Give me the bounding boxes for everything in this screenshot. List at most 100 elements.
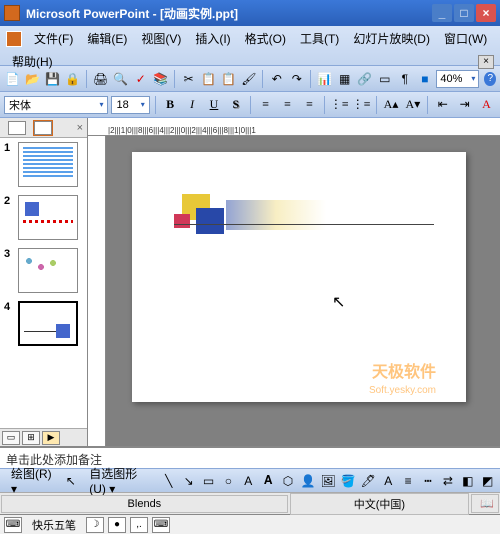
ime-keyboard-icon[interactable]: ⌨ (4, 517, 22, 533)
slide-shape-group[interactable] (174, 194, 226, 236)
thumbnail-row[interactable]: 3 (4, 248, 83, 293)
research-button[interactable] (152, 69, 169, 89)
doc-close-button[interactable]: × (478, 55, 494, 69)
separator (376, 96, 377, 114)
ime-moon-icon[interactable]: ☽ (86, 517, 104, 533)
expand-button[interactable] (376, 69, 393, 89)
rectangle-tool-button[interactable]: ▭ (200, 471, 217, 491)
status-spell-icon[interactable]: 📖 (471, 494, 499, 513)
align-left-button[interactable]: ≡ (256, 95, 275, 115)
menu-format[interactable]: 格式(O) (239, 28, 292, 49)
slideshow-view-button[interactable]: ▶ (42, 431, 60, 445)
select-objects-button[interactable]: ↖ (62, 471, 79, 491)
cut-button[interactable] (180, 69, 197, 89)
decrease-font-button[interactable]: A▾ (403, 95, 422, 115)
chart-button[interactable] (316, 69, 333, 89)
red-square-shape (174, 214, 190, 228)
redo-button[interactable] (288, 69, 305, 89)
underline-button[interactable]: U (205, 95, 224, 115)
shadow-button[interactable]: S (226, 95, 245, 115)
copy-button[interactable] (200, 69, 217, 89)
align-right-button[interactable]: ≡ (300, 95, 319, 115)
panel-close-button[interactable]: × (77, 122, 83, 134)
show-formatting-button[interactable]: ¶ (396, 69, 413, 89)
tables-borders-button[interactable] (356, 69, 373, 89)
increase-indent-button[interactable]: ⇥ (455, 95, 474, 115)
help-icon[interactable]: ? (484, 72, 496, 86)
ime-name[interactable]: 快乐五笔 (26, 517, 82, 533)
wordart-button[interactable]: 𝐀 (260, 471, 277, 491)
arrow-style-button[interactable]: ⇄ (439, 471, 456, 491)
menu-tools[interactable]: 工具(T) (294, 28, 345, 49)
threed-style-button[interactable]: ◩ (479, 471, 496, 491)
insert-picture-button[interactable]: 🖼 (319, 471, 336, 491)
line-style-button[interactable]: ≡ (400, 471, 417, 491)
menu-file[interactable]: 文件(F) (28, 28, 79, 49)
spellcheck-button[interactable] (132, 69, 149, 89)
notes-pane[interactable]: 单击此处添加备注 (0, 446, 500, 468)
new-button[interactable] (4, 69, 21, 89)
clipart-button[interactable]: 👤 (299, 471, 316, 491)
dash-style-button[interactable]: ┅ (420, 471, 437, 491)
current-slide[interactable]: ↖ 天极软件 Soft.yesky.com (132, 152, 466, 402)
slide-thumbnail-2[interactable] (18, 195, 78, 240)
menu-view[interactable]: 视图(V) (135, 28, 187, 49)
normal-view-button[interactable]: ▭ (2, 431, 20, 445)
thumbnail-row[interactable]: 4 (4, 301, 83, 346)
slide-thumbnail-1[interactable] (18, 142, 78, 187)
save-button[interactable] (44, 69, 61, 89)
bold-button[interactable]: B (161, 95, 180, 115)
fill-color-button[interactable]: 🪣 (340, 471, 357, 491)
decrease-indent-button[interactable]: ⇤ (433, 95, 452, 115)
undo-button[interactable] (268, 69, 285, 89)
ime-softkbd-icon[interactable]: ⌨ (152, 517, 170, 533)
color-grayscale-button[interactable] (416, 69, 433, 89)
print-button[interactable] (92, 69, 109, 89)
menu-slideshow[interactable]: 幻灯片放映(D) (347, 28, 436, 49)
close-button[interactable]: × (476, 4, 496, 22)
textbox-tool-button[interactable]: A (240, 471, 257, 491)
bullets-button[interactable]: ⋮≡ (352, 95, 371, 115)
slide-horizontal-line[interactable] (174, 224, 434, 225)
font-color-button[interactable]: A (477, 95, 496, 115)
font-size-combo[interactable]: 18 ▾ (111, 96, 149, 114)
increase-font-button[interactable]: A▴ (382, 95, 401, 115)
numbering-button[interactable]: ⋮≡ (330, 95, 349, 115)
thumbnail-row[interactable]: 2 (4, 195, 83, 240)
font-combo[interactable]: 宋体 ▾ (4, 96, 108, 114)
slides-tab[interactable] (34, 121, 52, 135)
align-center-button[interactable]: ≡ (278, 95, 297, 115)
menu-window[interactable]: 窗口(W) (438, 28, 493, 49)
thumbnail-row[interactable]: 1 (4, 142, 83, 187)
format-painter-button[interactable] (240, 69, 257, 89)
outline-tab[interactable] (8, 121, 26, 135)
line-color-button[interactable]: 🖊 (360, 471, 377, 491)
slide-canvas[interactable]: ↖ 天极软件 Soft.yesky.com (106, 136, 500, 446)
preview-button[interactable] (112, 69, 129, 89)
permission-button[interactable] (64, 69, 81, 89)
zoom-combo[interactable]: 40% ▾ (436, 70, 479, 88)
paste-button[interactable] (220, 69, 237, 89)
draw-menu-button[interactable]: 绘图(R) ▾ (4, 463, 59, 498)
watermark-url: Soft.yesky.com (369, 385, 436, 396)
arrow-tool-button[interactable]: ↘ (180, 471, 197, 491)
menu-insert[interactable]: 插入(I) (189, 28, 236, 49)
ime-punct-icon[interactable]: ,. (130, 517, 148, 533)
italic-button[interactable]: I (183, 95, 202, 115)
font-color-button-draw[interactable]: A (380, 471, 397, 491)
app-icon[interactable] (6, 31, 22, 47)
shadow-style-button[interactable]: ◧ (459, 471, 476, 491)
sorter-view-button[interactable]: ⊞ (22, 431, 40, 445)
open-button[interactable] (24, 69, 41, 89)
slide-thumbnail-4[interactable] (18, 301, 78, 346)
line-tool-button[interactable]: ╲ (160, 471, 177, 491)
ime-fullwidth-icon[interactable]: ● (108, 517, 126, 533)
minimize-button[interactable]: _ (432, 4, 452, 22)
diagram-button[interactable]: ⬡ (280, 471, 297, 491)
oval-tool-button[interactable]: ○ (220, 471, 237, 491)
menu-edit[interactable]: 编辑(E) (81, 28, 133, 49)
autoshapes-button[interactable]: 自选图形(U) ▾ (82, 463, 157, 498)
maximize-button[interactable]: □ (454, 4, 474, 22)
table-button[interactable] (336, 69, 353, 89)
slide-thumbnail-3[interactable] (18, 248, 78, 293)
